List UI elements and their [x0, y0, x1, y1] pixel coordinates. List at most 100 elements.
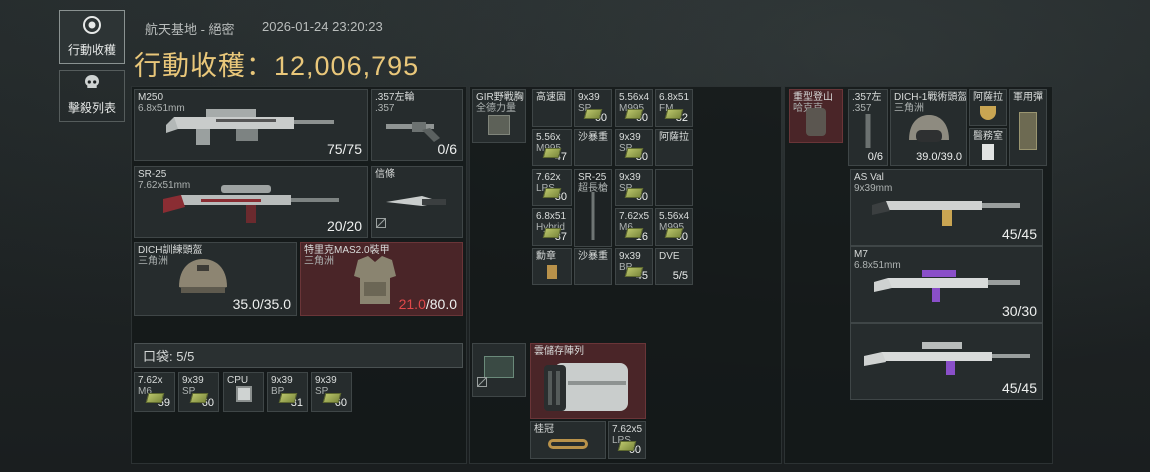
pistol-slot[interactable]: .357左輪 .357 0/6: [371, 89, 463, 161]
cpu-icon: [235, 385, 252, 402]
medal-icon: [547, 264, 557, 279]
rig-item[interactable]: 9x39 SP 60: [574, 89, 612, 127]
ammo-icon: [145, 392, 164, 403]
loot-weapon-slot[interactable]: 45/45: [850, 323, 1043, 400]
backpack-empty-slot[interactable]: [655, 169, 693, 206]
item-name: 9x39: [578, 92, 600, 103]
item-name: 6.8x51: [659, 92, 690, 103]
helmet-slot[interactable]: DICH訓練頭盔 三角洲 35.0/35.0: [134, 242, 297, 316]
backpack-item[interactable]: 5.56x4M99560: [655, 208, 693, 246]
backpack-item[interactable]: 勳章: [532, 248, 572, 285]
item-name: 5.56x4: [619, 92, 650, 103]
loot-item[interactable]: DICH-1戰術頭盔 三角洲 39.0/39.0: [890, 89, 967, 166]
item-name: 重型登山: [793, 92, 833, 103]
item-name: 9x39: [619, 172, 641, 183]
item-name: 7.62x: [536, 172, 561, 183]
armor-slot[interactable]: 特里克MAS2.0裝甲 三角洲 21.0/80.0: [300, 242, 463, 316]
rifle-icon: [871, 201, 1020, 226]
ammo-count: 75/75: [326, 141, 362, 157]
ammo-icon: [583, 108, 603, 119]
rig-item[interactable]: 5.56xM99547: [532, 129, 572, 166]
ammo-icon: [624, 227, 644, 238]
pocket-item[interactable]: 9x39 BP 31: [267, 372, 308, 412]
safebox-slot[interactable]: [472, 343, 526, 397]
ammo-icon: [664, 108, 684, 119]
ammo-icon: [542, 227, 562, 238]
pocket-item[interactable]: 7.62x M6 59: [134, 372, 175, 412]
ammo-count: 45/45: [1001, 380, 1037, 396]
location-label: 航天基地 - 絕密: [145, 22, 235, 37]
backpack-item[interactable]: 沙暴重: [574, 248, 612, 285]
item-count: 5/5: [672, 270, 688, 282]
loot-weapon-slot[interactable]: AS Val 9x39mm 45/45: [850, 169, 1043, 246]
durability: 21.0/80.0: [399, 296, 457, 312]
item-name: 雲儲存陣列: [534, 346, 584, 357]
backpack-slot[interactable]: 重型登山哈克克: [789, 89, 843, 143]
safebox-icon: [484, 356, 514, 379]
item-name: DICH-1戰術頭盔: [894, 92, 967, 103]
ammo-icon: [624, 267, 644, 278]
rig-item[interactable]: 9x39 SP 30: [615, 129, 653, 166]
rifle-icon: [873, 270, 1020, 302]
item-name: 5.56x: [536, 132, 561, 143]
pocket-item[interactable]: CPU: [223, 372, 264, 412]
pocket-label: 口袋: 5/5: [143, 349, 195, 364]
item-name: 7.62x5: [612, 424, 643, 435]
ammo-icon: [542, 148, 562, 159]
backpack-item[interactable]: 9x39 SP 60: [615, 169, 653, 206]
loot-item[interactable]: 醫務室: [969, 128, 1007, 166]
nav-tab-kills[interactable]: 擊殺列表: [59, 70, 125, 122]
item-name: 沙暴重: [578, 251, 608, 262]
storage-array-item[interactable]: 雲儲存陣列: [530, 343, 646, 419]
item-name: SR-25: [578, 172, 607, 183]
backpack-item[interactable]: 7.62xLPS30: [532, 169, 572, 206]
pocket-item[interactable]: 9x39 SP 60: [311, 372, 352, 412]
rig-item[interactable]: 6.8x51FM32: [655, 89, 693, 127]
safebox-item[interactable]: 7.62x5LPS60: [608, 421, 646, 459]
item-name: M250: [138, 92, 164, 103]
item-sub: .357: [852, 103, 872, 114]
nav-tab-label: 行動收穫: [67, 43, 116, 57]
ammo-icon: [624, 148, 644, 159]
rig-item[interactable]: 5.56x4M99560: [615, 89, 653, 127]
helmet-icon: [178, 259, 227, 294]
pocket-item[interactable]: 9x39 SP 60: [178, 372, 219, 412]
item-name: 醫務室: [973, 131, 1003, 142]
trophy-icon: [980, 105, 996, 120]
chest-rig-slot[interactable]: GIR野戰胸 全德力量: [472, 89, 526, 143]
item-name: 軍用彈: [1013, 92, 1043, 103]
backpack-item[interactable]: 7.62x5 M6 16: [615, 208, 653, 246]
item-name: 9x39: [619, 251, 641, 262]
total-value: 12,006,795: [274, 51, 420, 81]
backpack-item[interactable]: DVE 5/5: [655, 248, 693, 285]
skull-icon: [82, 73, 102, 93]
durability: 35.0/35.0: [232, 296, 291, 312]
secondary-weapon-slot[interactable]: SR-25 7.62x51mm 20/20: [134, 166, 368, 238]
keycard-icon: [982, 144, 994, 161]
ammo-icon: [617, 440, 637, 451]
backpack-item[interactable]: 9x39 BP 45: [615, 248, 653, 285]
loot-item[interactable]: .357左 .357 0/6: [848, 89, 888, 166]
item-name: .357左輪: [375, 92, 415, 103]
item-name: SR-25: [138, 169, 167, 180]
primary-weapon-slot[interactable]: M250 6.8x51mm 75/75: [134, 89, 368, 161]
item-sub: 全德力量: [476, 103, 516, 114]
backpack-item[interactable]: 6.8x51Hybrid37: [532, 208, 572, 246]
locked-icon: [477, 374, 487, 392]
rig-item[interactable]: 阿薩拉: [655, 129, 693, 166]
safebox-item[interactable]: 桂冠: [530, 421, 606, 459]
backpack-item[interactable]: SR-25 超長槍: [574, 169, 612, 247]
loot-weapon-slot[interactable]: M7 6.8x51mm 30/30: [850, 246, 1043, 323]
revolver-icon: [865, 114, 871, 149]
loot-item[interactable]: 軍用彈: [1009, 89, 1047, 166]
item-name: 沙暴重: [578, 132, 608, 143]
nav-tab-loot[interactable]: 行動收穫: [59, 10, 125, 64]
item-name: 9x39: [619, 132, 641, 143]
rig-item[interactable]: 高速固: [532, 89, 572, 127]
rig-item[interactable]: 沙暴重: [574, 129, 612, 166]
ammo-icon: [322, 392, 341, 403]
pocket-header: 口袋: 5/5: [134, 343, 463, 368]
loot-item[interactable]: 阿薩拉: [969, 89, 1007, 126]
melee-slot[interactable]: 信條: [371, 166, 463, 238]
item-name: DICH訓練頭盔: [138, 245, 203, 256]
